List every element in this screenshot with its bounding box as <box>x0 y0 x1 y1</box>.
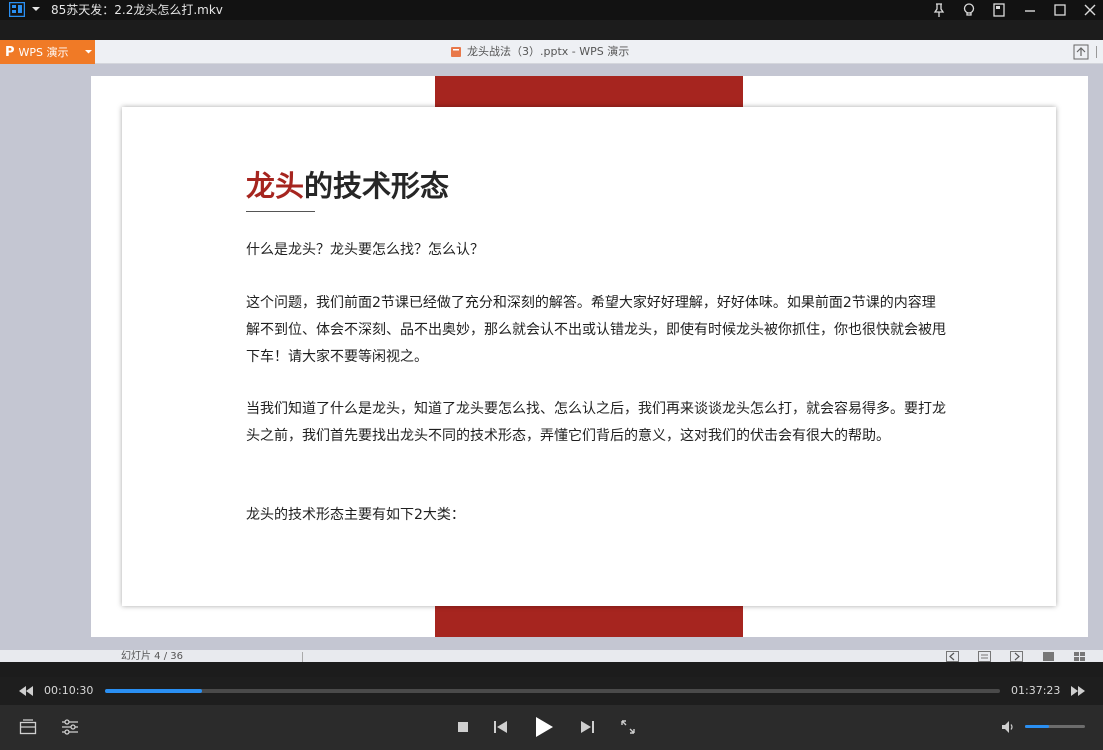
slide-title: 龙头的技术形态 <box>246 163 449 205</box>
total-time: 01:37:23 <box>1011 684 1061 697</box>
wps-app-menu: P WPS 演示 <box>0 40 95 64</box>
title-underline <box>246 211 315 212</box>
volume-level <box>1025 725 1049 728</box>
previous-slide-icon <box>946 651 959 662</box>
wps-toolbar: P WPS 演示 龙头战法（3）.pptx - WPS 演示 <box>0 40 1103 64</box>
slide-sorter-icon <box>1043 652 1054 661</box>
control-bar <box>0 705 1103 750</box>
presentation-file-icon <box>451 47 461 57</box>
video-frame[interactable]: P WPS 演示 龙头战法（3）.pptx - WPS 演示 龙头的技术形态 什… <box>0 40 1103 662</box>
slide-paragraph: 当我们知道了什么是龙头，知道了龙头要怎么找、怎么认之后，我们再来谈谈龙头怎么打，… <box>246 401 946 444</box>
volume-slider[interactable] <box>1025 725 1085 728</box>
status-divider <box>302 652 303 662</box>
stop-icon[interactable] <box>457 721 469 733</box>
slide-paragraph: 什么是龙头？龙头要怎么找？怎么认？ <box>246 242 484 258</box>
fullscreen-icon[interactable] <box>620 719 636 735</box>
previous-track-icon[interactable] <box>493 720 508 734</box>
chevron-down-icon[interactable] <box>31 4 41 14</box>
title-bar: 85苏天发：2.2龙头怎么打.mkv <box>0 0 1103 20</box>
lightbulb-icon[interactable] <box>961 2 977 18</box>
mini-mode-icon[interactable] <box>991 2 1007 18</box>
slide-counter: 幻灯片 4 / 36 <box>121 651 183 662</box>
slide-accent-bar-bottom <box>435 606 743 637</box>
slide-accent-bar-top <box>435 76 743 107</box>
seek-bar[interactable] <box>105 689 1000 693</box>
close-icon[interactable] <box>1082 2 1098 18</box>
normal-view-icon <box>978 651 991 662</box>
minimize-icon[interactable] <box>1022 2 1038 18</box>
current-time: 00:10:30 <box>44 684 94 697</box>
maximize-icon[interactable] <box>1052 2 1068 18</box>
restore-icon <box>1073 44 1089 60</box>
document-title-text: 龙头战法（3）.pptx - WPS 演示 <box>467 45 630 58</box>
player-window: 85苏天发：2.2龙头怎么打.mkv P WPS 演示 龙头战法（3）.pptx… <box>0 0 1103 750</box>
grid-view-icon <box>1074 652 1085 661</box>
wps-app-label: WPS 演示 <box>18 46 69 59</box>
next-slide-icon <box>1010 651 1023 662</box>
window-title: 85苏天发：2.2龙头怎么打.mkv <box>51 3 223 17</box>
play-icon[interactable] <box>534 716 554 738</box>
document-title: 龙头战法（3）.pptx - WPS 演示 <box>450 40 629 64</box>
next-track-icon[interactable] <box>580 720 595 734</box>
slide-title-accent: 龙头 <box>246 169 305 203</box>
pin-icon[interactable] <box>931 2 947 18</box>
app-logo-icon[interactable] <box>9 2 25 17</box>
fast-forward-icon[interactable] <box>1070 685 1086 697</box>
seek-row: 00:10:30 01:37:23 <box>0 677 1103 705</box>
slide-title-rest: 的技术形态 <box>304 169 450 203</box>
slide-content-card: 龙头的技术形态 什么是龙头？龙头要怎么找？怎么认？ 这个问题，我们前面2节课已经… <box>122 107 1056 606</box>
playlist-icon[interactable] <box>19 718 37 736</box>
toolbar-divider <box>1096 46 1097 58</box>
volume-icon[interactable] <box>1000 719 1016 735</box>
slide-paragraph: 这个问题，我们前面2节课已经做了充分和深刻的解答。希望大家好好理解，好好体味。如… <box>246 295 946 365</box>
wps-status-bar: 幻灯片 4 / 36 <box>0 650 1103 662</box>
slide-paragraph: 龙头的技术形态主要有如下2大类： <box>246 507 465 523</box>
settings-sliders-icon[interactable] <box>61 718 79 736</box>
rewind-icon[interactable] <box>18 685 34 697</box>
seek-bar-played <box>105 689 202 693</box>
wps-logo-icon: P <box>5 44 15 60</box>
chevron-down-icon <box>85 50 92 54</box>
